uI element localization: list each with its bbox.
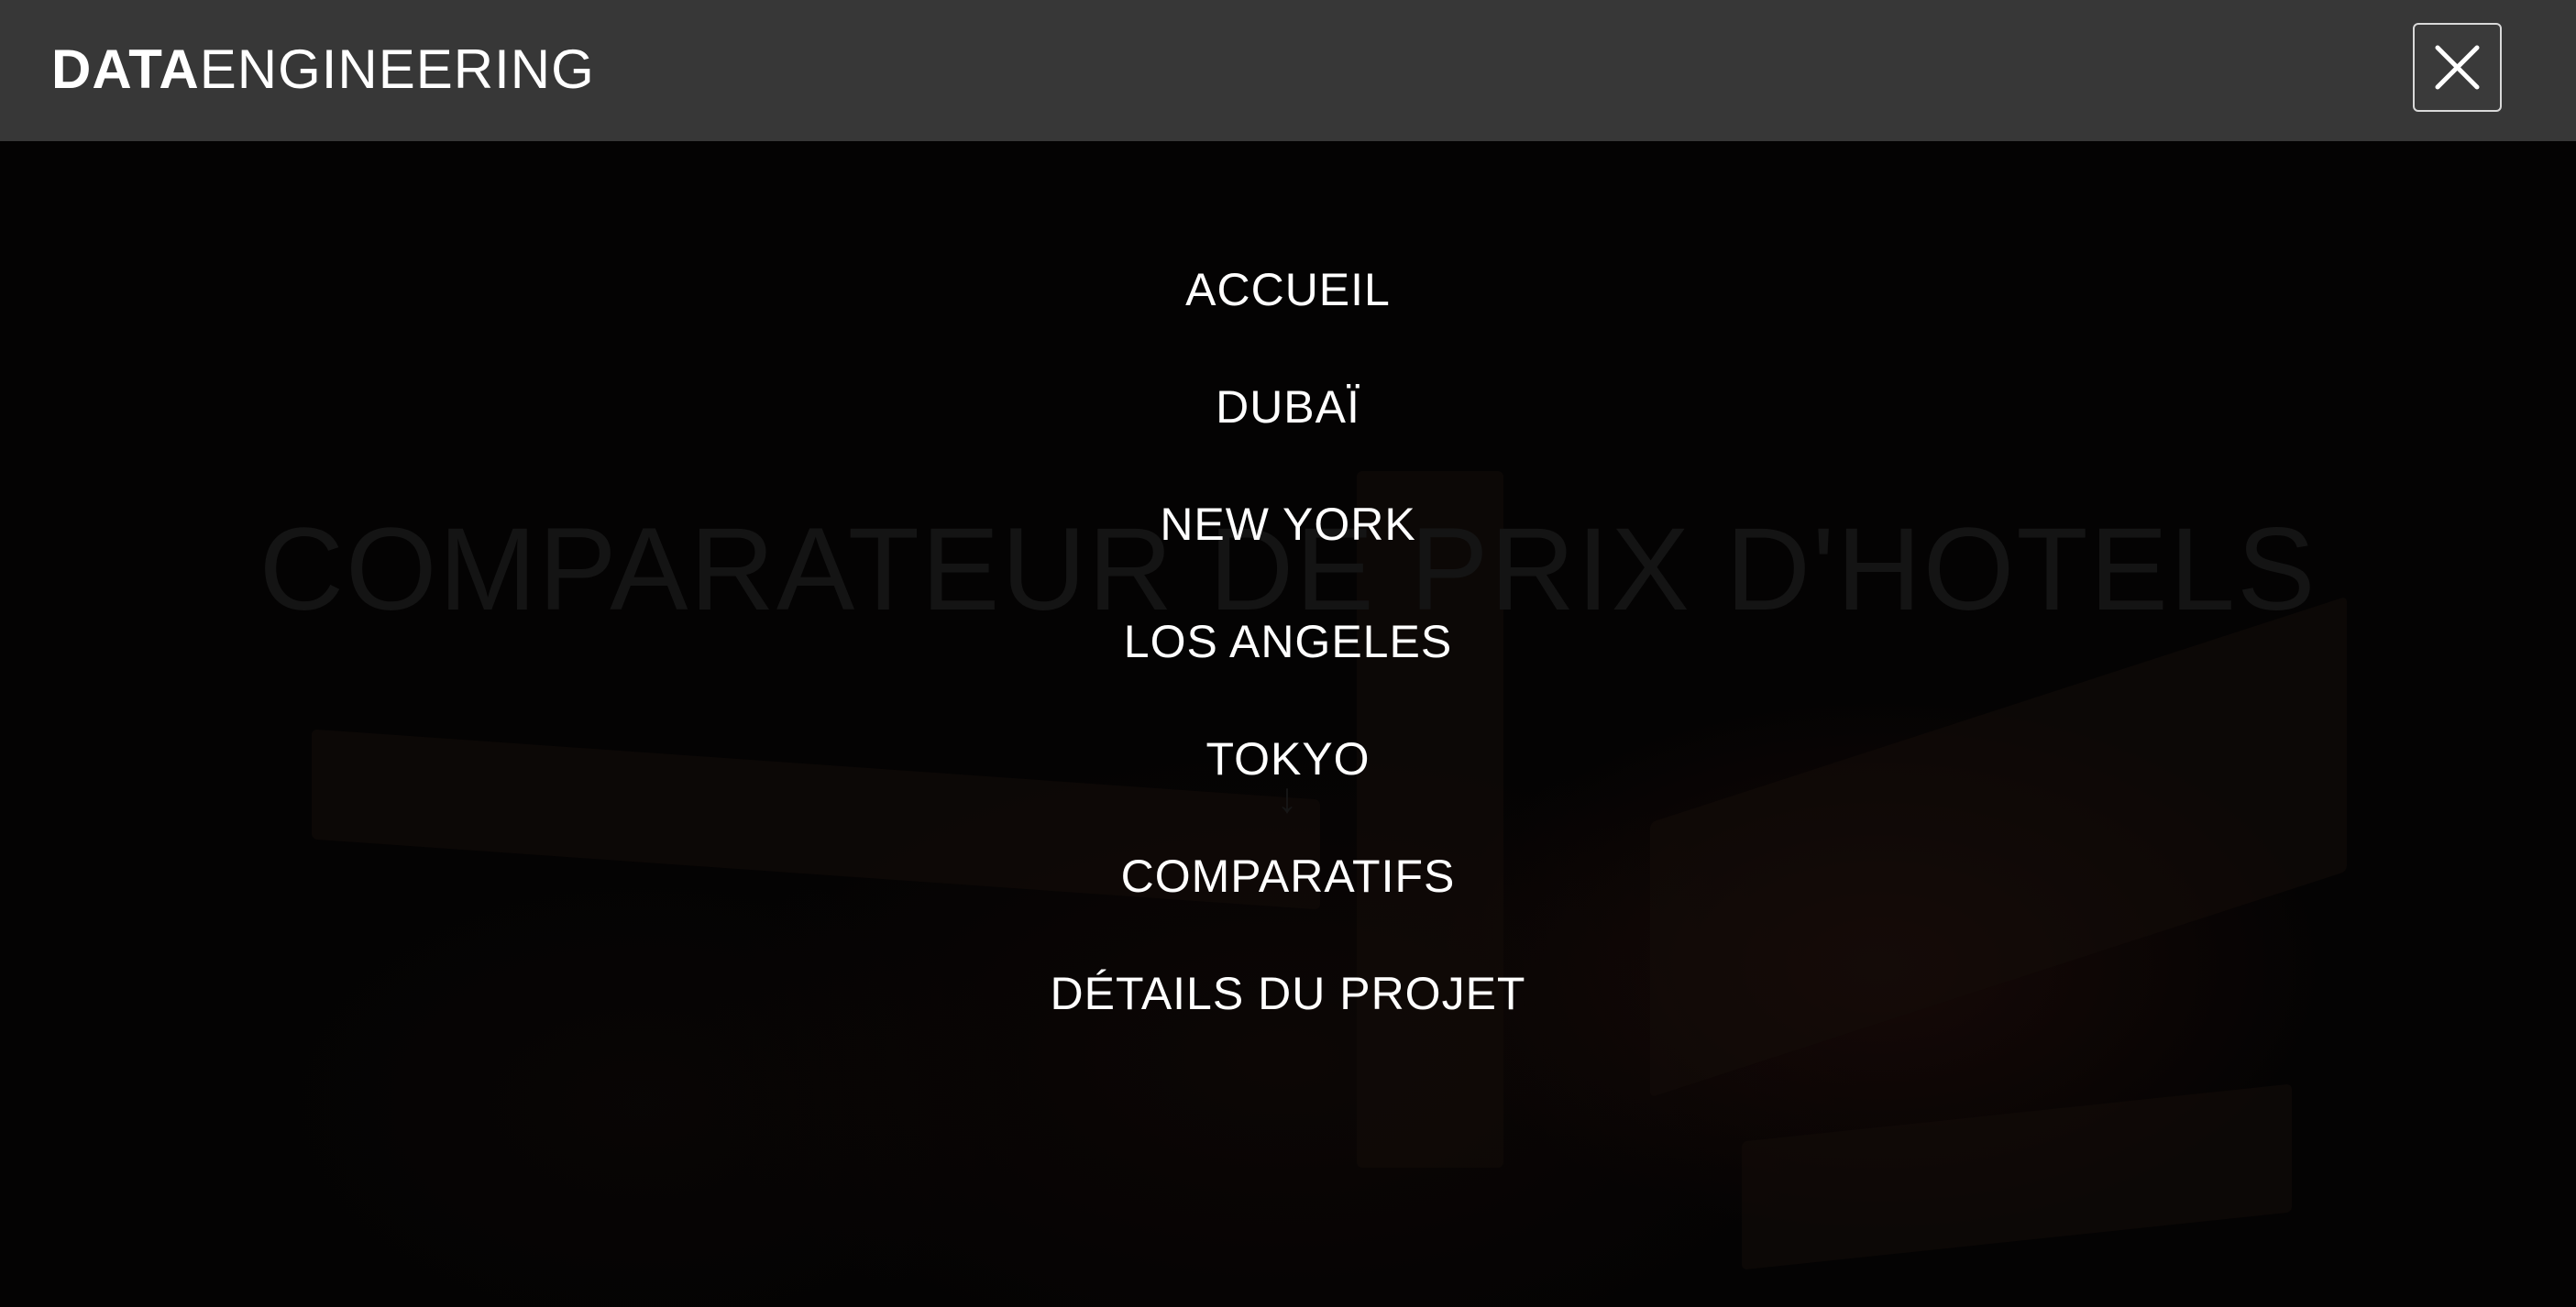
hero-decor <box>1742 1083 2292 1270</box>
menu-item-new-york: NEW YORK <box>0 473 2576 590</box>
brand-bold: DATA <box>51 38 200 100</box>
menu-link-comparatifs[interactable]: COMPARATIFS <box>1121 851 1456 902</box>
menu-item-los-angeles: LOS ANGELES <box>0 590 2576 708</box>
menu-link-details-projet[interactable]: DÉTAILS DU PROJET <box>1051 968 1526 1019</box>
top-bar: DATAENGINEERING <box>0 0 2576 141</box>
brand-light: ENGINEERING <box>199 38 595 100</box>
close-menu-button[interactable] <box>2413 23 2502 112</box>
brand-logo[interactable]: DATAENGINEERING <box>51 33 595 106</box>
menu-item-tokyo: TOKYO <box>0 708 2576 825</box>
page: COMPARATEUR DE PRIX D'HOTELS ↓ DATAENGIN… <box>0 0 2576 1307</box>
close-icon <box>2435 45 2480 90</box>
menu-link-accueil[interactable]: ACCUEIL <box>1185 264 1391 315</box>
menu-link-dubai[interactable]: DUBAÏ <box>1216 381 1360 433</box>
menu-item-details-projet: DÉTAILS DU PROJET <box>0 942 2576 1060</box>
menu-item-dubai: DUBAÏ <box>0 356 2576 473</box>
menu-link-los-angeles[interactable]: LOS ANGELES <box>1124 616 1452 667</box>
menu-link-new-york[interactable]: NEW YORK <box>1160 499 1415 550</box>
menu-item-comparatifs: COMPARATIFS <box>0 825 2576 942</box>
menu-link-tokyo[interactable]: TOKYO <box>1205 733 1370 785</box>
nav-menu: ACCUEIL DUBAÏ NEW YORK LOS ANGELES TOKYO… <box>0 238 2576 1060</box>
menu-item-accueil: ACCUEIL <box>0 238 2576 356</box>
